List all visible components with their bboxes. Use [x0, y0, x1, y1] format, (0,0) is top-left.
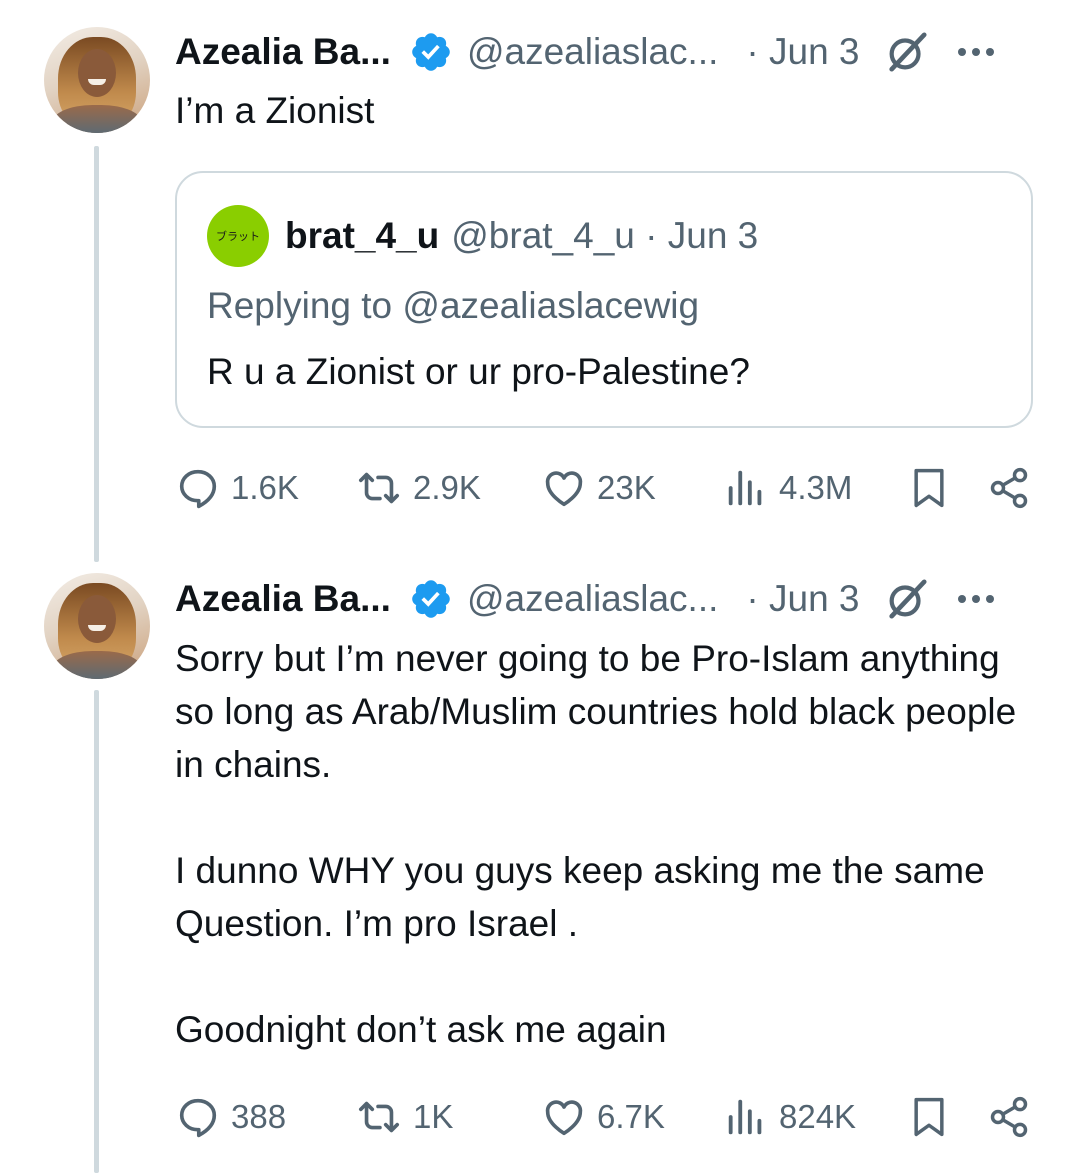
like-icon	[545, 471, 583, 507]
avatar[interactable]	[44, 573, 150, 679]
grok-icon[interactable]	[884, 29, 930, 75]
tweet-text: I’m a Zionist	[175, 84, 1055, 137]
tweet-header: Azealia Ba... @azealiaslac... · Jun 3	[175, 577, 994, 621]
reply-count: 388	[231, 1098, 287, 1135]
repost-button[interactable]: 1K	[355, 1093, 453, 1141]
share-button[interactable]	[987, 1093, 1031, 1141]
share-icon	[990, 467, 1028, 509]
author-handle[interactable]: @azealiaslac...	[467, 31, 718, 73]
quote-avatar[interactable]: ブラット	[207, 205, 269, 267]
share-button[interactable]	[987, 464, 1031, 512]
verified-badge-icon	[412, 33, 450, 71]
reply-icon	[179, 1098, 217, 1138]
tweet-date[interactable]: · Jun 3	[746, 578, 859, 620]
tweet-text: Sorry but I’m never going to be Pro-Isla…	[175, 632, 1035, 1056]
tweet-actions: 388 1K 6.7K 824K	[175, 1093, 1035, 1141]
tweet-date[interactable]: · Jun 3	[746, 31, 859, 73]
like-count: 23K	[597, 469, 656, 506]
views-icon	[728, 1099, 762, 1135]
tweet-paragraph: I dunno WHY you guys keep asking me the …	[175, 850, 985, 944]
like-count: 6.7K	[597, 1098, 665, 1135]
reply-icon	[179, 469, 217, 509]
author-handle[interactable]: @azealiaslac...	[467, 578, 718, 620]
bookmark-icon	[914, 1097, 944, 1137]
like-icon	[545, 1100, 583, 1136]
repost-count: 1K	[413, 1098, 454, 1135]
repost-count: 2.9K	[413, 469, 481, 506]
views-count: 824K	[779, 1098, 857, 1135]
quote-avatar-text: ブラット	[216, 230, 260, 243]
reply-button[interactable]: 388	[175, 1093, 286, 1141]
reply-button[interactable]: 1.6K	[175, 464, 299, 512]
grok-icon[interactable]	[884, 576, 930, 622]
views-button[interactable]: 824K	[723, 1093, 856, 1141]
quote-header: brat_4_u @brat_4_u · Jun 3	[285, 215, 758, 257]
bookmark-button[interactable]	[907, 1093, 951, 1141]
views-button[interactable]: 4.3M	[723, 464, 852, 512]
quote-replying-to: Replying to @azealiaslacewig	[207, 285, 700, 326]
author-name[interactable]: Azealia Ba...	[175, 578, 391, 620]
tweet-actions: 1.6K 2.9K 23K 4.3M	[175, 464, 1035, 512]
reply-count: 1.6K	[231, 469, 299, 506]
bookmark-icon	[914, 468, 944, 508]
repost-button[interactable]: 2.9K	[355, 464, 481, 512]
quote-tweet[interactable]: ブラット brat_4_u @brat_4_u · Jun 3 Replying…	[175, 171, 1033, 428]
thread-line	[94, 146, 99, 562]
repost-icon	[358, 1101, 400, 1133]
avatar[interactable]	[44, 27, 150, 133]
quote-author-name: brat_4_u	[285, 215, 440, 256]
verified-badge-icon	[412, 580, 450, 618]
author-name[interactable]: Azealia Ba...	[175, 31, 391, 73]
bookmark-button[interactable]	[907, 464, 951, 512]
views-icon	[728, 470, 762, 506]
more-icon[interactable]	[957, 48, 994, 56]
quote-text: R u a Zionist or ur pro-Palestine?	[207, 351, 750, 392]
repost-icon	[358, 472, 400, 504]
tweet-paragraph: Goodnight don’t ask me again	[175, 1009, 667, 1050]
thread-line	[94, 690, 99, 1173]
like-button[interactable]: 6.7K	[541, 1093, 665, 1141]
views-count: 4.3M	[779, 469, 853, 506]
tweet-paragraph: I’m a Zionist	[175, 90, 375, 131]
tweet-header: Azealia Ba... @azealiaslac... · Jun 3	[175, 30, 994, 74]
share-icon	[990, 1096, 1028, 1138]
like-button[interactable]: 23K	[541, 464, 656, 512]
more-icon[interactable]	[957, 595, 994, 603]
tweet-paragraph: Sorry but I’m never going to be Pro-Isla…	[175, 638, 1017, 785]
quote-handle-date: @brat_4_u · Jun 3	[451, 215, 759, 256]
